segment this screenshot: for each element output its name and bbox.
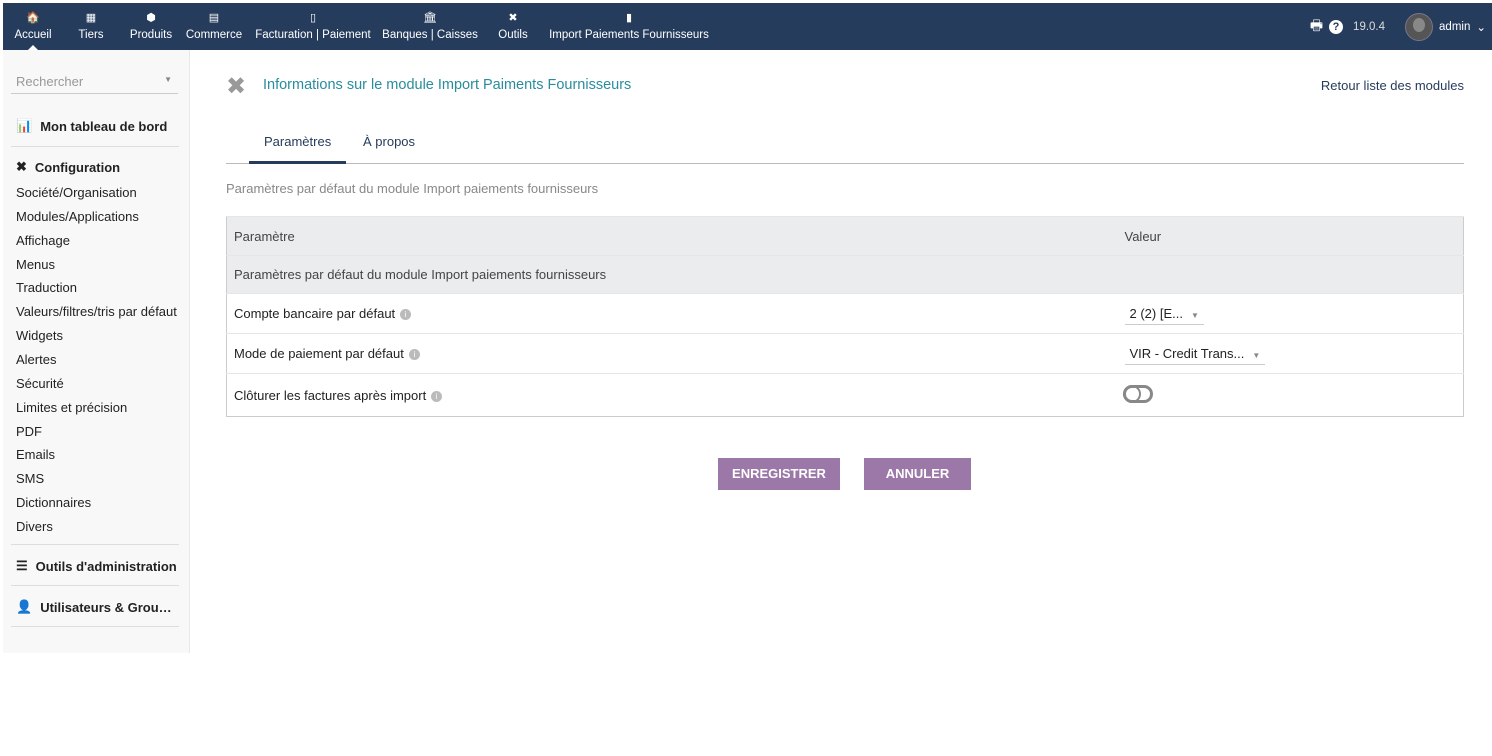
tools-icon: ✖ [226,73,247,100]
sidebar-users[interactable]: 👤 Utilisateurs & Groupes [16,599,178,615]
table-row: Compte bancaire par défaut i 2 (2) [E... ▼ [226,293,1464,334]
col-param: Paramètre [226,216,1118,256]
tools-icon: ✖ [508,12,518,24]
building-icon: ▦ [85,12,97,24]
briefcase-icon: ▤ [208,12,220,24]
sidebar-item[interactable]: PDF [16,424,178,439]
sidebar-item[interactable]: Société/Organisation [16,185,178,200]
menu-facturation[interactable]: ▯ Facturation | Paiement [253,3,373,50]
section-subtitle: Paramètres par défaut du module Import p… [226,181,599,196]
user-name[interactable]: admin [1439,21,1470,33]
sidebar-item[interactable]: Traduction [16,280,178,295]
group-header: Paramètres par défaut du module Import p… [226,255,1464,294]
payment-mode-select[interactable]: VIR - Credit Trans... ▼ [1124,343,1266,365]
sidebar-item[interactable]: Valeurs/filtres/tris par défaut [16,304,178,319]
info-icon[interactable]: i [408,349,420,361]
cancel-button[interactable]: ANNULER [864,458,971,490]
chevron-down-icon: ▼ [164,75,172,84]
invoice-icon: ▯ [309,12,317,24]
sidebar-item[interactable]: Sécurité [16,376,178,391]
help-icon[interactable]: ? [1329,20,1344,34]
sidebar-item[interactable]: Alertes [16,352,178,367]
menu-tiers[interactable]: ▦ Tiers [73,3,109,50]
sidebar-configuration[interactable]: ✖ Configuration [16,159,178,175]
close-invoices-toggle[interactable] [1122,384,1153,403]
print-icon[interactable]: 🖶 [1310,15,1323,39]
user-icon: 👤 [16,599,33,614]
tools-icon: ✖ [16,159,27,174]
bank-account-select[interactable]: 2 (2) [E... ▼ [1124,303,1204,325]
version: 19.0.4 [1353,21,1386,33]
menu-commerce[interactable]: ▤ Commerce [183,3,245,50]
back-to-modules-link[interactable]: Retour liste des modules [1321,78,1464,93]
sidebar-item[interactable]: Affichage [16,233,178,248]
sidebar-item[interactable]: Emails [16,447,178,462]
tab-a-propos[interactable]: À propos [363,134,415,164]
sidebar-item[interactable]: Widgets [16,328,178,343]
cube-icon: ⬢ [146,12,156,24]
menu-import-paiements[interactable]: ▮ Import Paiements Fournisseurs [546,3,712,50]
menu-outils[interactable]: ✖ Outils [493,3,533,50]
page-title: Informations sur le module Import Paimen… [263,77,632,93]
info-icon[interactable]: i [431,390,443,402]
home-icon: 🏠 [26,12,40,24]
sidebar-item[interactable]: Limites et précision [16,400,178,415]
sidebar-item[interactable]: Menus [16,257,178,272]
table-row: Mode de paiement par défaut i VIR - Credi… [226,333,1464,374]
table-row: Clôturer les factures après import i [226,373,1464,417]
sidebar-admin-tools[interactable]: ☰ Outils d'administration [16,558,178,574]
menu-produits[interactable]: ⬢ Produits [127,3,175,50]
menu-accueil[interactable]: 🏠 Accueil [3,3,63,50]
file-icon: ▮ [625,12,633,24]
sidebar-item[interactable]: Modules/Applications [16,209,178,224]
server-icon: ☰ [16,558,28,573]
chart-icon: 📊 [16,118,33,133]
sidebar-item[interactable]: SMS [16,471,178,486]
sidebar-item[interactable]: Dictionnaires [16,495,178,510]
info-icon[interactable]: i [400,309,412,321]
tabs: Paramètres À propos [226,122,1464,164]
sidebar-item[interactable]: Divers [16,519,178,534]
chevron-down-icon[interactable]: ⌄ [1476,20,1486,34]
top-navbar: 🏠 Accueil ▦ Tiers ⬢ Produits ▤ Commerce ▯ Fac… [3,3,1492,50]
chevron-down-icon: ▼ [1190,310,1199,320]
avatar[interactable] [1405,13,1434,41]
save-button[interactable]: ENREGISTRER [718,458,840,490]
col-value: Valeur [1117,216,1464,256]
sidebar-dashboard[interactable]: 📊 Mon tableau de bord [16,118,178,134]
menu-banques[interactable]: 🏛 Banques | Caisses [380,3,480,50]
settings-table: Paramètre Valeur Paramètres par défaut du… [226,216,1464,417]
bank-icon: 🏛 [423,12,437,24]
search-input[interactable]: Rechercher ▼ [11,69,178,94]
chevron-down-icon: ▼ [1252,350,1261,360]
tab-parametres[interactable]: Paramètres [249,122,347,164]
sidebar: Rechercher ▼ 📊 Mon tableau de bord ✖ Config… [3,50,190,653]
